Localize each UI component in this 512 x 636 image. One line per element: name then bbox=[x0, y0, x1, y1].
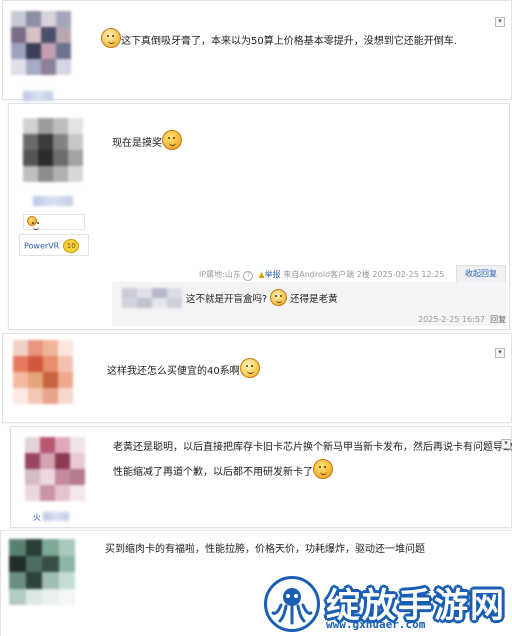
smiley-laugh-icon bbox=[313, 459, 333, 479]
member-badge[interactable]: PowerVR 10 bbox=[19, 234, 89, 256]
help-circle-icon[interactable]: ? bbox=[243, 271, 254, 281]
username[interactable]: 火 bbox=[33, 511, 69, 523]
post-content: 这下真倒吸牙膏了，本来以为50算上价格基本零提升，没想到它还能开倒车. bbox=[101, 28, 457, 51]
post-content: 买到缩肉卡的有福啦，性能拉胯，价格天价，功耗爆炸，驱动还一堆问题 bbox=[105, 544, 425, 555]
level-badge: 10 bbox=[63, 239, 80, 253]
post-4: 火 老黄还是聪明，以后直接把库存卡旧卡芯片换个新马甲当新卡发布，然后再说卡有问题… bbox=[10, 426, 512, 528]
reply-link[interactable]: 回复 bbox=[490, 315, 506, 324]
smiley-sweat-icon bbox=[101, 28, 121, 48]
collapse-replies-button[interactable]: 收起回复 bbox=[456, 265, 506, 283]
report-link[interactable]: 举报 bbox=[265, 270, 281, 279]
username[interactable] bbox=[33, 196, 73, 206]
medal-icon bbox=[27, 216, 39, 230]
title-badge-row bbox=[23, 214, 85, 230]
reply-avatar[interactable] bbox=[122, 288, 182, 308]
smiley-grin-icon bbox=[162, 130, 182, 150]
post-content-line-1: 老黄还是聪明，以后直接把库存卡旧卡芯片换个新马甲当新卡发布，然后再说卡有问题导致 bbox=[113, 442, 512, 453]
avatar[interactable] bbox=[13, 340, 73, 404]
reply-content: 这不就是开盲盒吗? 还得是老黄 bbox=[186, 289, 338, 309]
site-url: www.gxhuaer.com bbox=[326, 618, 426, 631]
post-content-line-2: 性能缩减了再道个歉，以后都不用研发新卡了 bbox=[113, 459, 333, 482]
avatar[interactable] bbox=[11, 11, 71, 75]
site-watermark: 绽放手游网 www.gxhuaer.com bbox=[264, 574, 510, 634]
dropdown-arrow-icon[interactable]: ▾ bbox=[495, 348, 505, 358]
reply-section: 这不就是开盲盒吗? 还得是老黄 2025-2-25 16:57 回复 bbox=[112, 282, 506, 326]
post-2: PowerVR 10 现在是摸奖 IP属地:山东 ? ▲举报 来自Android客… bbox=[8, 103, 510, 330]
post-meta: IP属地:山东 ? ▲举报 来自Android客户端 2楼 2025-02-25… bbox=[199, 270, 445, 281]
avatar[interactable] bbox=[9, 539, 75, 605]
dropdown-arrow-icon[interactable]: ▾ bbox=[501, 439, 511, 449]
avatar[interactable] bbox=[23, 118, 83, 182]
post-content: 这样我还怎么买便宜的40系啊 bbox=[107, 358, 260, 381]
reply-meta: 2025-2-25 16:57 回复 bbox=[418, 315, 507, 324]
dropdown-arrow-icon[interactable]: ▾ bbox=[495, 17, 505, 27]
username[interactable] bbox=[23, 91, 53, 101]
post-1: 这下真倒吸牙膏了，本来以为50算上价格基本零提升，没想到它还能开倒车. ▾ bbox=[2, 0, 512, 101]
post-3: 这样我还怎么买便宜的40系啊 ▾ bbox=[2, 333, 512, 423]
smiley-cry-icon bbox=[239, 358, 260, 378]
avatar[interactable] bbox=[25, 437, 85, 501]
octopus-logo-icon bbox=[264, 576, 320, 632]
smiley-surprised-icon bbox=[270, 289, 288, 306]
post-content: 现在是摸奖 bbox=[112, 130, 182, 153]
